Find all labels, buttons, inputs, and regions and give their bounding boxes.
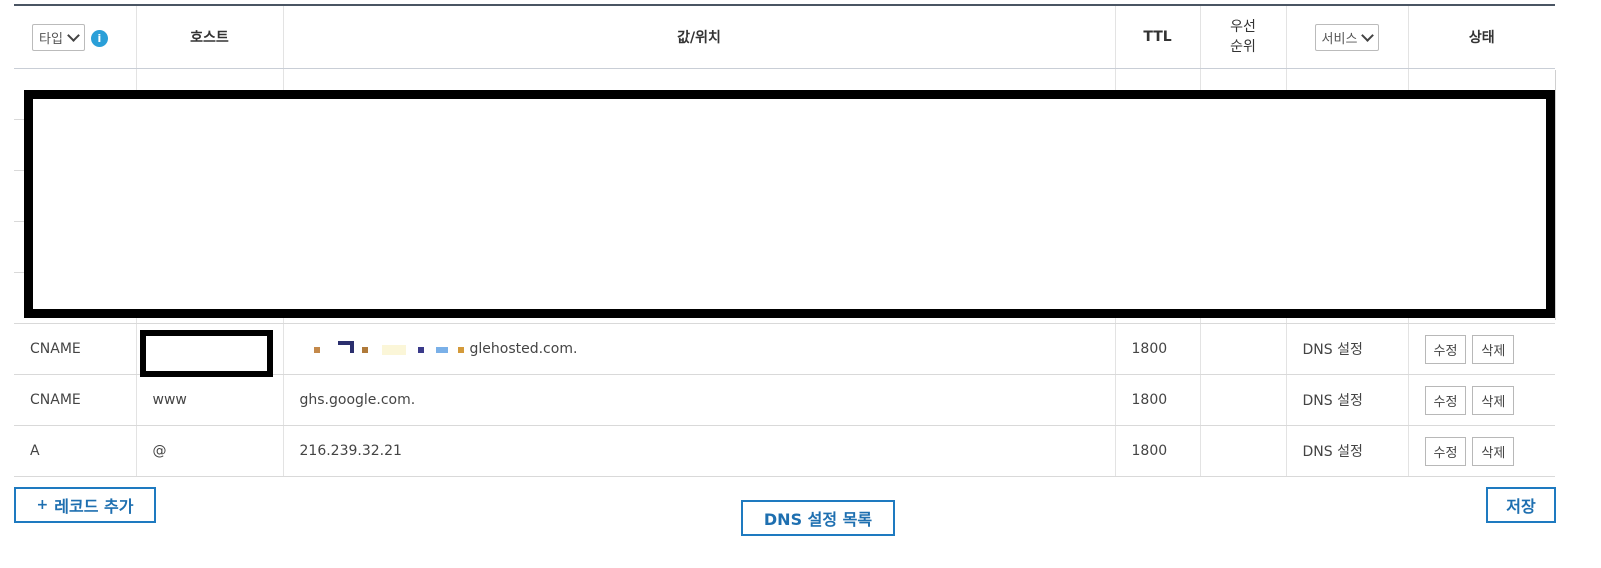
table-row: CNAME www ghs.google.com. 1800 DNS 설정 수정…	[14, 374, 1555, 426]
record-status: 수정 삭제	[1408, 425, 1555, 477]
record-priority	[1200, 323, 1287, 375]
service-column-header: 서비스	[1286, 6, 1409, 69]
record-service: DNS 설정	[1286, 425, 1409, 477]
record-value: ghs.google.com.	[283, 374, 1116, 426]
chevron-down-icon	[1361, 28, 1375, 42]
service-filter-select[interactable]: 서비스	[1314, 23, 1380, 51]
status-column-header: 상태	[1408, 6, 1555, 69]
host-redaction-box	[140, 330, 273, 377]
record-type: CNAME	[14, 323, 137, 375]
record-ttl: 1800	[1115, 425, 1201, 477]
record-ttl: 1800	[1115, 323, 1201, 375]
service-filter-label: 서비스	[1321, 31, 1358, 47]
type-column-header: 타입 i	[14, 6, 137, 69]
record-type: CNAME	[14, 374, 137, 426]
record-host: @	[136, 425, 284, 477]
add-record-button[interactable]: + 레코드 추가	[14, 487, 156, 523]
host-column-header: 호스트	[136, 6, 284, 69]
ttl-column-header: TTL	[1115, 6, 1201, 69]
plus-icon: +	[36, 497, 49, 513]
record-type: A	[14, 425, 137, 477]
priority-column-header: 우선 순위	[1200, 6, 1287, 69]
delete-button[interactable]: 삭제	[1472, 436, 1515, 466]
record-value: glehosted.com.	[283, 323, 1116, 375]
record-status: 수정 삭제	[1408, 374, 1555, 426]
dns-list-button[interactable]: DNS 설정 목록	[741, 500, 895, 536]
add-record-label: 레코드 추가	[54, 497, 134, 516]
edit-button[interactable]: 수정	[1424, 385, 1467, 415]
type-filter-select[interactable]: 타입	[32, 23, 85, 51]
delete-button[interactable]: 삭제	[1472, 385, 1515, 415]
scrollbar[interactable]	[1555, 70, 1568, 320]
type-filter-label: 타입	[39, 31, 63, 47]
info-icon[interactable]: i	[90, 30, 108, 47]
redaction-box	[24, 90, 1555, 318]
record-value-text: glehosted.com.	[469, 341, 578, 357]
record-priority	[1200, 425, 1287, 477]
edit-button[interactable]: 수정	[1424, 436, 1467, 466]
delete-button[interactable]: 삭제	[1472, 334, 1515, 364]
save-button[interactable]: 저장	[1486, 487, 1556, 523]
record-status: 수정 삭제	[1408, 323, 1555, 375]
table-row: A @ 216.239.32.21 1800 DNS 설정 수정 삭제	[14, 425, 1555, 477]
record-service: DNS 설정	[1286, 323, 1409, 375]
pixelated-text	[300, 341, 468, 357]
record-ttl: 1800	[1115, 374, 1201, 426]
table-header-row: 타입 i 호스트 값/위치 TTL 우선 순위 서비스 상태	[14, 6, 1555, 69]
record-priority	[1200, 374, 1287, 426]
edit-button[interactable]: 수정	[1424, 334, 1467, 364]
record-service: DNS 설정	[1286, 374, 1409, 426]
record-value: 216.239.32.21	[283, 425, 1116, 477]
record-host: www	[136, 374, 284, 426]
value-column-header: 값/위치	[283, 6, 1116, 69]
chevron-down-icon	[67, 28, 80, 42]
